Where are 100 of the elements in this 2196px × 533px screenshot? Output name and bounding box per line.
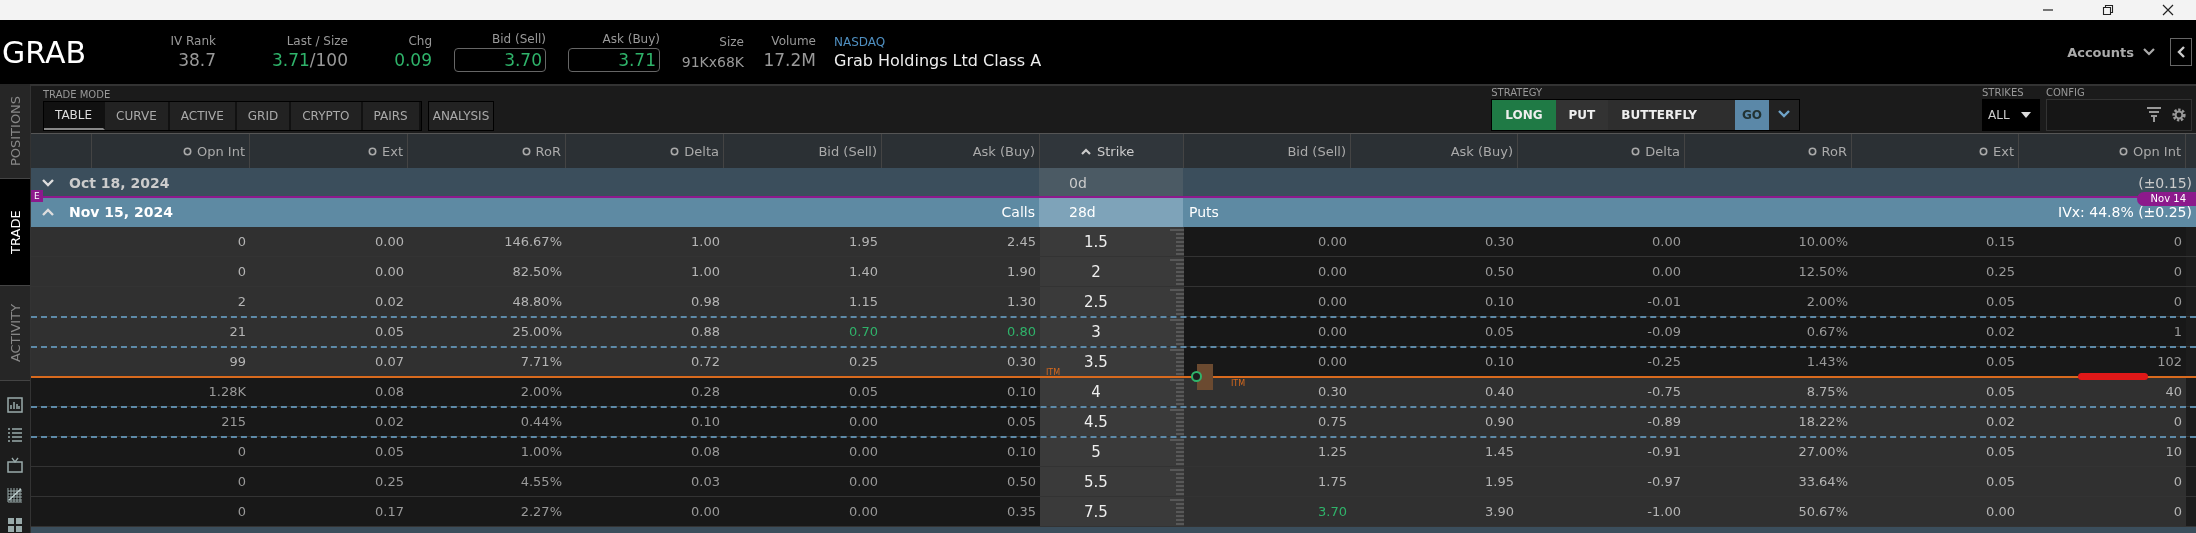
table-cell[interactable]: 0.03 [566,467,724,496]
strikes-dropdown[interactable]: ALL [1982,99,2040,131]
settings-icon[interactable] [2171,107,2187,123]
ring-icon[interactable] [1979,146,1988,156]
table-cell[interactable]: 0.00 [1184,257,1351,286]
grid-chart-icon[interactable] [7,487,23,503]
chevron-left-icon[interactable] [2176,45,2186,59]
table-cell[interactable]: 146.67% [408,227,566,256]
table-cell[interactable]: 1.15 [724,287,882,316]
table-cell[interactable]: -0.75 [1518,377,1685,406]
strategy-button[interactable]: LONG [1492,100,1556,130]
table-cell[interactable]: 215 [31,407,250,436]
table-cell[interactable]: 48.80% [408,287,566,316]
table-cell[interactable]: 0.72 [566,347,724,376]
table-cell[interactable]: 0.00 [724,467,882,496]
table-cell[interactable]: 2.45 [882,227,1040,256]
table-cell[interactable]: 0.00 [250,227,408,256]
close-icon[interactable] [2162,4,2174,16]
table-cell[interactable]: 1.45 [1351,437,1518,466]
table-cell[interactable]: 0.00 [1518,227,1685,256]
table-cell[interactable]: 0.02 [1852,317,2019,346]
table-cell[interactable]: 0.25 [724,347,882,376]
ring-icon[interactable] [670,146,680,156]
table-cell[interactable]: 2.00% [1685,287,1852,316]
table-cell[interactable]: 0.50 [882,467,1040,496]
table-cell[interactable]: 0 [2019,257,2186,286]
table-cell[interactable]: 1.28K [31,377,250,406]
table-cell[interactable]: 0.25 [1852,257,2019,286]
table-cell[interactable]: 0.00 [566,497,724,526]
table-cell[interactable]: 0.40 [1351,377,1518,406]
table-cell[interactable]: 0.30 [1351,227,1518,256]
table-cell[interactable]: 1.95 [1351,467,1518,496]
table-cell[interactable]: 0.10 [882,437,1040,466]
dropdown-triangle-icon[interactable] [2019,111,2032,119]
table-cell[interactable]: 0 [31,227,250,256]
table-cell[interactable]: 10 [2019,437,2186,466]
table-cell[interactable]: 0.05 [1852,347,2019,376]
table-cell[interactable]: 82.50% [408,257,566,286]
filter-icon[interactable] [2147,107,2161,123]
list-icon[interactable] [7,427,23,443]
table-cell[interactable]: 12.50% [1685,257,1852,286]
table-cell[interactable]: 1.75 [1184,467,1351,496]
table-cell[interactable]: 0.15 [1852,227,2019,256]
table-cell[interactable]: 0.28 [566,377,724,406]
bid-field[interactable]: 3.70 [454,48,546,72]
strategy-dropdown[interactable] [1769,100,1799,130]
table-cell[interactable]: 0.05 [724,377,882,406]
table-cell[interactable]: -0.09 [1518,317,1685,346]
table-cell[interactable]: 21 [31,317,250,346]
table-cell[interactable]: 3.70 [1184,497,1351,526]
table-cell[interactable]: 40 [2019,377,2186,406]
table-cell[interactable]: -0.25 [1518,347,1685,376]
table-cell[interactable]: 1.00 [566,257,724,286]
expand-icon[interactable] [41,177,55,188]
table-cell[interactable]: 0.35 [882,497,1040,526]
table-cell[interactable]: 0.10 [1351,347,1518,376]
table-cell[interactable]: 3.90 [1351,497,1518,526]
ring-icon[interactable] [182,146,192,156]
table-cell[interactable]: 0.88 [566,317,724,346]
table-cell[interactable]: 0 [2019,407,2186,436]
table-cell[interactable]: 1.30 [882,287,1040,316]
table-cell[interactable]: 4.55% [408,467,566,496]
ring-icon[interactable] [521,146,531,156]
sidebar-tab[interactable]: TRADE [0,179,30,286]
table-cell[interactable]: 0.05 [1852,287,2019,316]
restore-icon[interactable] [2102,4,2114,16]
table-cell[interactable]: -0.01 [1518,287,1685,316]
strategy-button[interactable]: BUTTERFLY [1608,100,1735,130]
table-cell[interactable]: 25.00% [408,317,566,346]
sidebar-tab[interactable]: ACTIVITY [0,285,30,381]
table-cell[interactable]: 0.30 [882,347,1040,376]
table-cell[interactable]: 27.00% [1685,437,1852,466]
ring-icon[interactable] [1631,146,1641,156]
table-cell[interactable]: 0.00 [1184,347,1351,376]
table-cell[interactable]: 0.98 [566,287,724,316]
table-cell[interactable]: 0.05 [882,407,1040,436]
ring-icon[interactable] [1807,146,1817,156]
table-cell[interactable]: 0.00 [724,497,882,526]
tv-icon[interactable] [7,457,23,473]
sidebar-tab[interactable]: POSITIONS [0,84,30,180]
table-cell[interactable]: 33.64% [1685,467,1852,496]
accounts-dropdown[interactable]: Accounts [2067,44,2156,60]
table-cell[interactable]: -0.89 [1518,407,1685,436]
table-cell[interactable]: 0.08 [566,437,724,466]
table-cell[interactable]: 0.17 [250,497,408,526]
table-cell[interactable]: 0.02 [250,407,408,436]
table-cell[interactable]: 1.40 [724,257,882,286]
table-cell[interactable]: 50.67% [1685,497,1852,526]
scrollbar[interactable] [31,527,2196,533]
table-cell[interactable]: 1.00% [408,437,566,466]
table-cell[interactable]: 0.00 [1184,287,1351,316]
table-cell[interactable]: 0.05 [250,437,408,466]
tiles-icon[interactable] [7,517,23,533]
table-cell[interactable]: 0 [31,257,250,286]
caret-up-icon[interactable] [1080,147,1092,155]
table-cell[interactable]: -1.00 [1518,497,1685,526]
table-cell[interactable]: 99 [31,347,250,376]
table-cell[interactable]: -0.91 [1518,437,1685,466]
table-cell[interactable]: 0.00 [724,437,882,466]
table-cell[interactable]: 1.00 [566,227,724,256]
